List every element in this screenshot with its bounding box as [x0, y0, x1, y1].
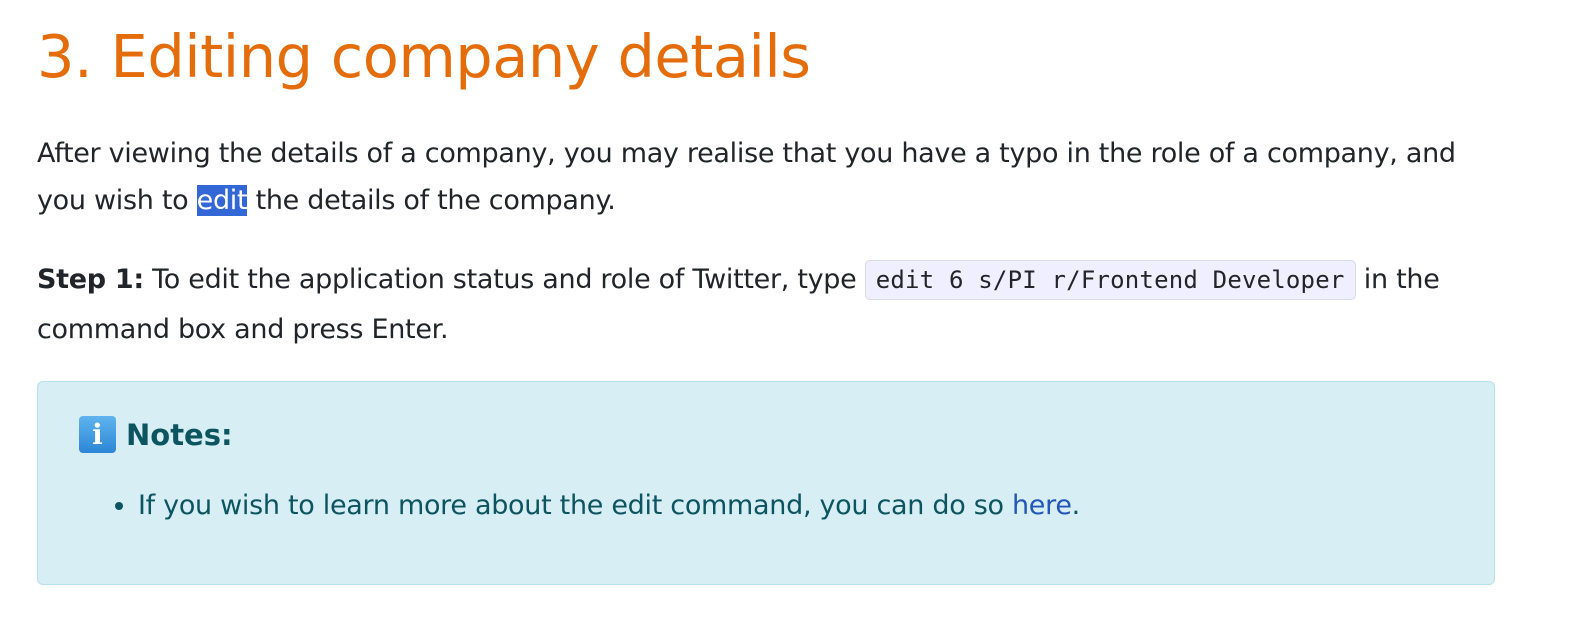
step-paragraph: Step 1: To edit the application status a… [37, 255, 1495, 354]
notes-list: If you wish to learn more about the edit… [108, 486, 1080, 526]
selected-text[interactable]: edit [196, 185, 248, 216]
intro-text-after: the details of the company. [247, 185, 616, 216]
document-page: 3. Editing company details After viewing… [0, 0, 1591, 621]
step-label: Step 1: [37, 264, 144, 295]
info-icon: i [79, 416, 116, 453]
note-text-before: If you wish to learn more about the edit… [138, 490, 1012, 521]
section-heading: 3. Editing company details [37, 22, 811, 91]
step-text-before: To edit the application status and role … [143, 264, 865, 295]
notes-title-text: Notes: [126, 417, 233, 452]
notes-title: i Notes: [79, 416, 233, 453]
here-link[interactable]: here [1012, 490, 1072, 521]
list-item: If you wish to learn more about the edit… [138, 486, 1080, 526]
command-code: edit 6 s/PI r/Frontend Developer [864, 260, 1356, 300]
notes-box: i Notes: If you wish to learn more about… [37, 381, 1495, 585]
intro-paragraph: After viewing the details of a company, … [37, 130, 1495, 224]
note-text-after: . [1071, 490, 1081, 521]
